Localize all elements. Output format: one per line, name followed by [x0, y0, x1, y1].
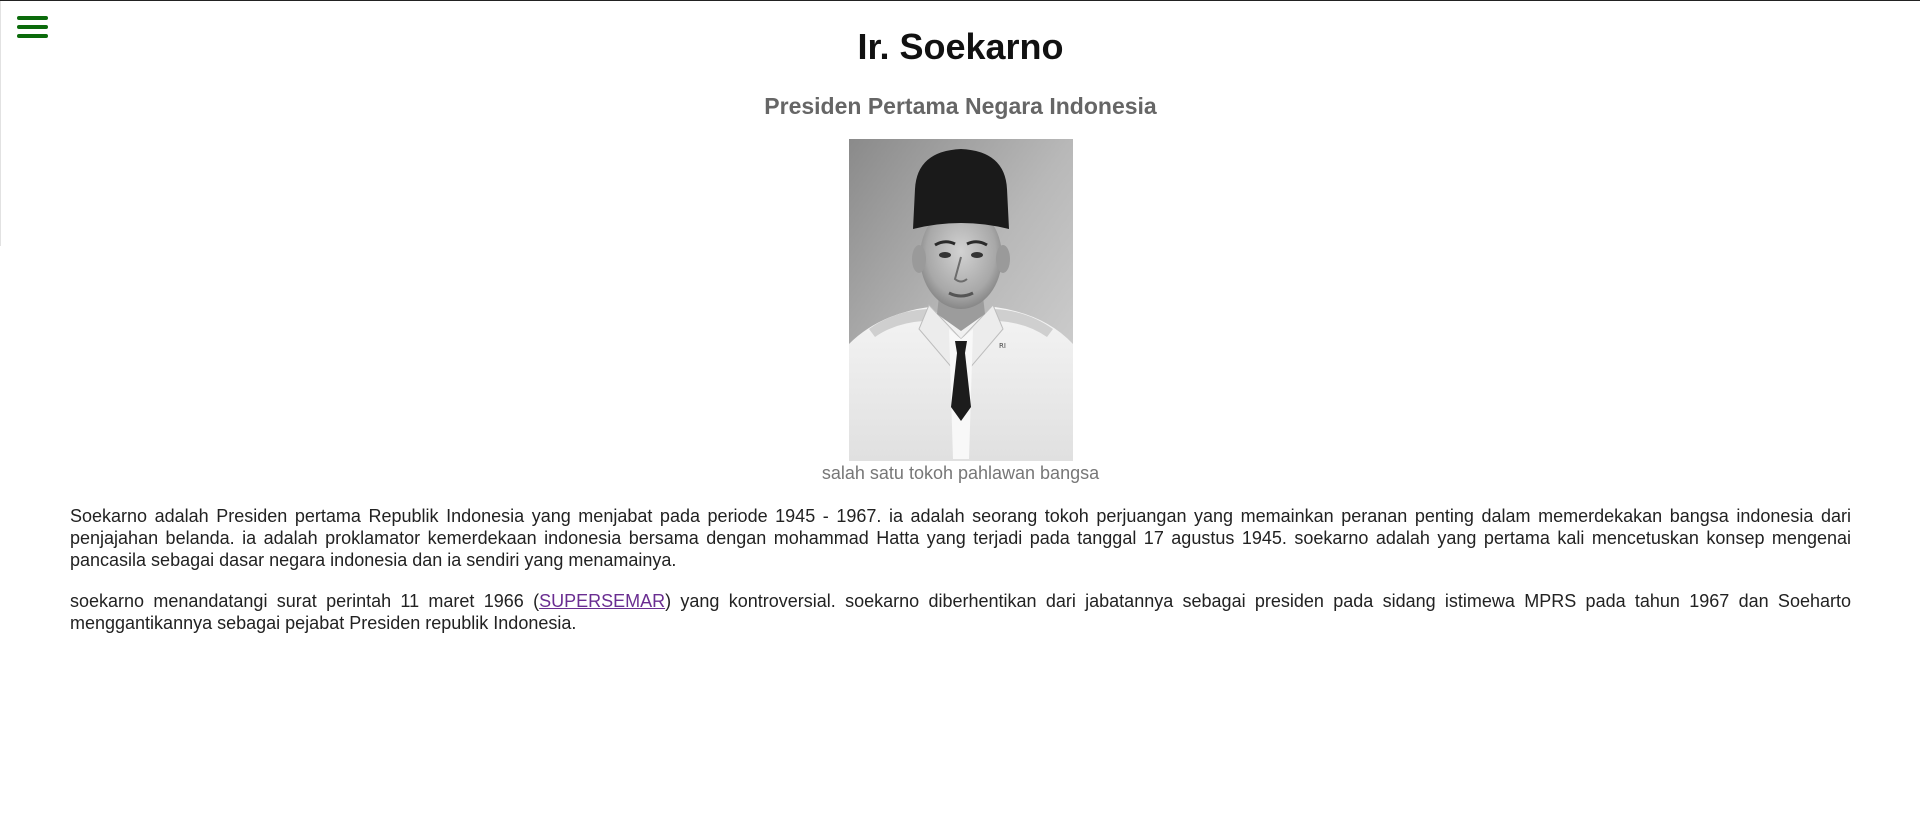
page-subtitle: Presiden Pertama Negara Indonesia [764, 93, 1157, 119]
page-title: Ir. Soekarno [857, 26, 1064, 67]
main-content: Ir. Soekarno Presiden Pertama Negara Ind… [70, 1, 1851, 634]
menu-bar [17, 33, 48, 38]
supersemar-link[interactable]: SUPERSEMAR [539, 591, 665, 611]
portrait-caption: salah satu tokoh pahlawan bangsa [821, 463, 1100, 483]
menu-bar [17, 24, 48, 29]
portrait-figure: RI salah satu tokoh pahlawan bangsa [70, 139, 1851, 483]
hamburger-menu-icon[interactable] [17, 15, 48, 43]
article-paragraph: Soekarno adalah Presiden pertama Republi… [70, 506, 1851, 570]
menu-bar [17, 15, 48, 20]
article-paragraph: soekarno menandatangi surat perintah 11 … [70, 590, 1851, 634]
svg-text:RI: RI [999, 342, 1006, 350]
paragraph-text: soekarno menandatangi surat perintah 11 … [70, 591, 540, 611]
portrait-photo: RI [848, 139, 1073, 461]
sidebar-edge [0, 1, 1, 246]
